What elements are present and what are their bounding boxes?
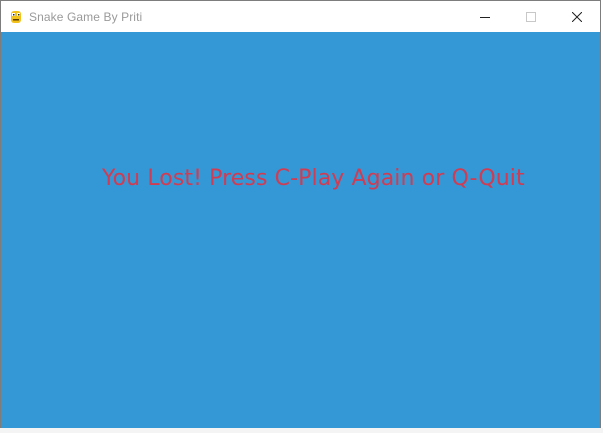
maximize-button[interactable] [508, 1, 554, 32]
python-snake-icon [9, 10, 23, 24]
close-button[interactable] [554, 1, 600, 32]
title-bar[interactable]: Snake Game By Priti [1, 1, 600, 32]
game-window: Snake Game By Priti You Lost! Press C-Pl… [0, 0, 601, 428]
close-icon [572, 11, 582, 22]
minimize-icon [480, 12, 490, 22]
window-title: Snake Game By Priti [29, 9, 143, 24]
maximize-icon [526, 11, 536, 22]
game-canvas[interactable]: You Lost! Press C-Play Again or Q-Quit [1, 32, 600, 428]
game-over-message: You Lost! Press C-Play Again or Q-Quit [102, 166, 525, 191]
minimize-button[interactable] [462, 1, 508, 32]
window-controls [462, 1, 600, 32]
background-strip [0, 428, 603, 433]
